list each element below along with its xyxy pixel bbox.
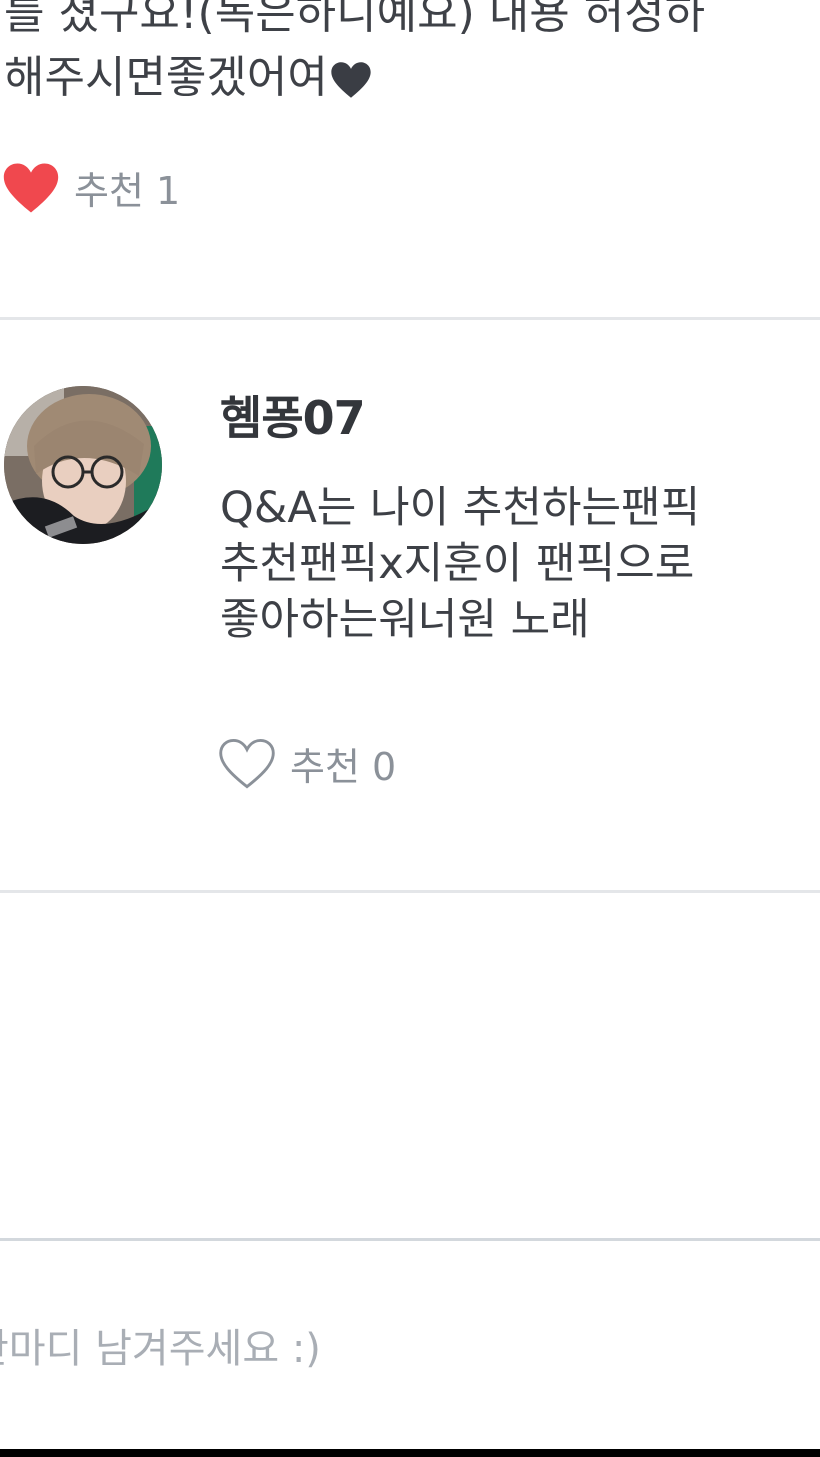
previous-comment-line: 를 쳤구요!(독은하니예요) 내용 허정하 xyxy=(4,0,706,39)
black-heart-icon xyxy=(331,62,371,98)
system-bottom-bar xyxy=(0,1449,820,1457)
comment-line: 좋아하는워너원 노래 xyxy=(220,595,590,645)
avatar-photo xyxy=(4,386,162,544)
avatar[interactable] xyxy=(4,386,162,544)
heart-outline-icon xyxy=(219,738,275,789)
comment-like-button[interactable]: 추천 0 xyxy=(218,736,396,791)
comment-divider xyxy=(0,317,820,320)
heart-filled-icon xyxy=(3,163,59,212)
comment-author[interactable]: 혬퐁07 xyxy=(220,382,366,448)
comment-input[interactable]: 한마디 남겨주세요 :) xyxy=(0,1316,321,1374)
comment-line: 추천팬픽x지훈이 팬픽으로 xyxy=(220,539,695,589)
input-top-border xyxy=(0,1238,820,1241)
previous-comment-like-button[interactable]: 추천 1 xyxy=(2,160,180,215)
like-label: 추천 1 xyxy=(74,169,181,213)
comment-divider xyxy=(0,890,820,893)
comment-line: Q&A는 나이 추천하는팬픽 xyxy=(220,483,701,533)
like-count: 1 xyxy=(156,169,181,213)
comment-body: Q&A는 나이 추천하는팬픽 추천팬픽x지훈이 팬픽으로 좋아하는워너원 노래 xyxy=(220,480,820,648)
like-count: 0 xyxy=(372,745,397,789)
previous-comment-text: 를 쳤구요!(독은하니예요) 내용 허정하 해주시면좋겠어여 xyxy=(4,0,820,110)
previous-comment-line: 해주시면좋겠어여 xyxy=(4,46,820,110)
like-label: 추천 0 xyxy=(290,745,397,789)
